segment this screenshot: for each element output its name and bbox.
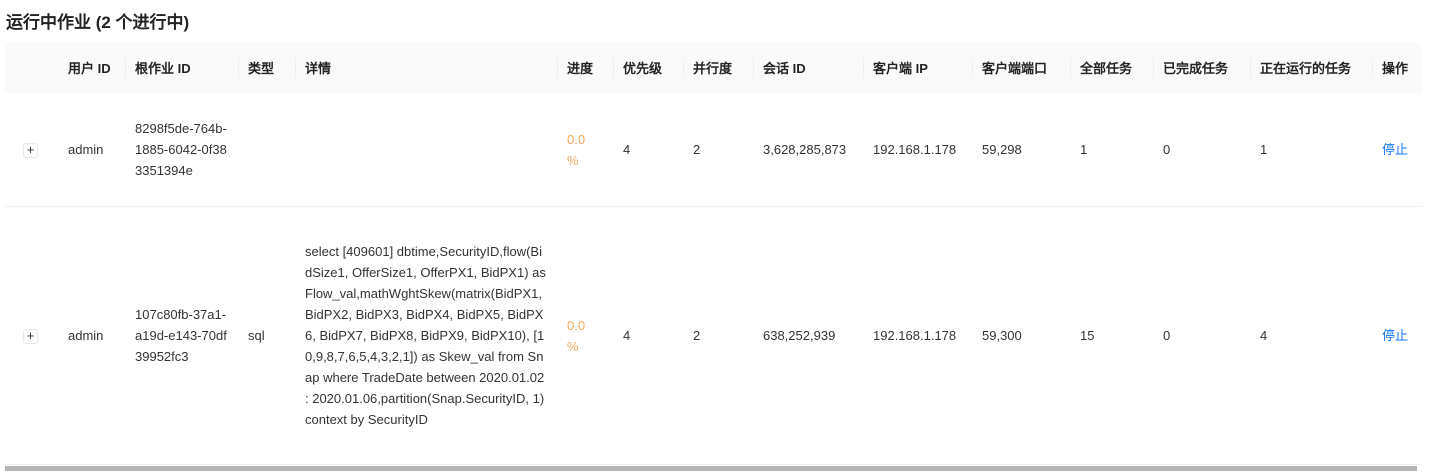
column-header: 客户端端口 [972,42,1070,93]
cell-parallel: 2 [683,93,753,207]
detail-value: select [409601] dbtime,SecurityID,flow(B… [305,244,546,427]
cell-done: 0 [1153,93,1250,207]
column-header: 优先级 [613,42,683,93]
expand-row-button[interactable]: + [23,143,38,158]
port-value: 59,298 [982,142,1022,157]
cell-priority: 4 [613,93,683,207]
cell-progress: 0.0 % [557,206,613,465]
cell-root: 107c80fb-37a1-a19d-e143-70df39952fc3 [125,206,238,465]
user-value: admin [68,328,104,343]
cell-detail: select [409601] dbtime,SecurityID,flow(B… [295,206,557,465]
parallel-value: 2 [693,142,701,157]
cell-port: 59,298 [972,93,1070,207]
table-row: + admin 107c80fb-37a1-a19d-e143-70df39952f… [5,206,1422,465]
priority-value: 4 [623,142,631,157]
parallel-value: 2 [693,328,701,343]
running-jobs-table: 用户 ID 根作业 ID 类型 详情 进度 优先级 并行度 会话 ID 客户端 IP 客户端端口全… [5,42,1422,465]
cell-user: admin [58,206,125,465]
cell-session: 3,628,285,873 [753,93,863,207]
done-value: 0 [1163,142,1171,157]
total-value: 15 [1080,328,1095,343]
priority-value: 4 [623,328,631,343]
root-value: 107c80fb-37a1-a19d-e143-70df39952fc3 [135,307,227,364]
page-title: 运行中作业 (2 个进行中) [6,13,190,32]
cell-running: 4 [1250,206,1372,465]
expand-row-button[interactable]: + [23,329,38,344]
cell-detail [295,93,557,207]
column-header: 进度 [557,42,613,93]
column-header: 正在运行的任务 [1250,42,1372,93]
horizontal-scrollbar[interactable] [5,466,1417,471]
column-header: 会话 ID [753,42,863,93]
column-header: 已完成任务 [1153,42,1250,93]
root-value: 8298f5de-764b-1885-6042-0f383351394e [135,121,227,178]
cell-user: admin [58,93,125,207]
cell-ip: 192.168.1.178 [863,206,972,465]
cell-port: 59,300 [972,206,1070,465]
type-value: sql [248,328,265,343]
session-value: 638,252,939 [763,328,836,343]
ip-value: 192.168.1.178 [873,142,957,157]
cell-parallel: 2 [683,206,753,465]
progress-value: 0.0 % [567,317,586,354]
ip-value: 192.168.1.178 [873,328,957,343]
column-header: 类型 [238,42,295,93]
cell-action: 停止 [1372,93,1422,207]
column-header: 操作 [1372,42,1422,93]
total-value: 1 [1080,142,1088,157]
user-value: admin [68,142,104,157]
cell-ip: 192.168.1.178 [863,93,972,207]
cell-running: 1 [1250,93,1372,207]
column-header: 根作业 ID [125,42,238,93]
cell-session: 638,252,939 [753,206,863,465]
cell-type: sql [238,206,295,465]
cell-progress: 0.0 % [557,93,613,207]
column-header: 用户 ID [58,42,125,93]
stop-link[interactable]: 停止 [1382,142,1408,157]
done-value: 0 [1163,328,1171,343]
column-header: 客户端 IP [863,42,972,93]
cell-type [238,93,295,207]
cell-total: 1 [1070,93,1153,207]
progress-value: 0.0 % [567,131,586,168]
column-header: 全部任务 [1070,42,1153,93]
port-value: 59,300 [982,328,1022,343]
running-value: 4 [1260,328,1268,343]
cell-priority: 4 [613,206,683,465]
running-value: 1 [1260,142,1268,157]
cell-root: 8298f5de-764b-1885-6042-0f383351394e [125,93,238,207]
column-header [5,42,58,93]
stop-link[interactable]: 停止 [1382,328,1408,343]
cell-total: 15 [1070,206,1153,465]
column-header: 详情 [295,42,557,93]
cell-done: 0 [1153,206,1250,465]
column-header: 并行度 [683,42,753,93]
session-value: 3,628,285,873 [763,142,847,157]
cell-action: 停止 [1372,206,1422,465]
table-row: + admin 8298f5de-764b-1885-6042-0f38335139… [5,93,1422,207]
